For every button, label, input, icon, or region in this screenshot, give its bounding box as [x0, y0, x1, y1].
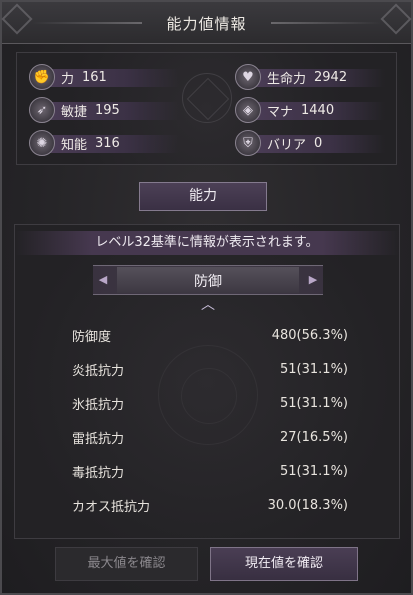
- row-label: 防御度: [72, 329, 112, 345]
- stat-label: 知能: [61, 137, 88, 153]
- row-value: 51(31.1%): [280, 395, 348, 411]
- fist-icon: ✊: [29, 64, 55, 90]
- stat-intelligence[interactable]: ✺ 知能 316: [29, 129, 189, 157]
- stat-strength[interactable]: ✊ 力 161: [29, 63, 189, 91]
- list-item: 防御度 480(56.3%): [72, 318, 348, 352]
- stat-info-window: 能力値情報 ✊ 力 161 ♥ 生命力 2942 ➶ 敏捷 195 ◈ マナ 1…: [0, 0, 413, 595]
- stat-label: マナ: [267, 104, 294, 120]
- row-value: 51(31.1%): [280, 361, 348, 377]
- list-item: 炎抵抗力 51(31.1%): [72, 352, 348, 386]
- row-label: 毒抵抗力: [72, 465, 125, 481]
- sigil-icon: [182, 73, 232, 123]
- list-item: 毒抵抗力 51(31.1%): [72, 454, 348, 488]
- stat-label: バリア: [267, 137, 307, 153]
- agility-icon: ➶: [29, 97, 55, 123]
- list-item: 雷抵抗力 27(16.5%): [72, 420, 348, 454]
- list-item: カオス抵抗力 30.0(18.3%): [72, 488, 348, 522]
- stat-value: 161: [82, 69, 107, 85]
- defense-stat-list: 防御度 480(56.3%) 炎抵抗力 51(31.1%) 氷抵抗力 51(31…: [72, 318, 348, 522]
- section-title: 防御: [194, 274, 222, 290]
- intellect-icon: ✺: [29, 130, 55, 156]
- row-value: 480(56.3%): [271, 327, 348, 343]
- row-label: 雷抵抗力: [72, 431, 125, 447]
- chevron-right-icon[interactable]: ▶: [305, 272, 321, 288]
- stat-value: 316: [95, 135, 120, 151]
- level-info-text: レベル32基準に情報が表示されます。: [15, 231, 399, 255]
- row-value: 30.0(18.3%): [267, 497, 348, 513]
- barrier-icon: ⛨: [235, 130, 261, 156]
- section-header-defense[interactable]: ◀ 防御 ▶: [93, 265, 323, 295]
- stat-label: 敏捷: [61, 104, 88, 120]
- stat-value: 1440: [301, 102, 335, 118]
- check-max-value-button[interactable]: 最大値を確認: [55, 547, 198, 581]
- stats-panel: ✊ 力 161 ♥ 生命力 2942 ➶ 敏捷 195 ◈ マナ 1440 ✺ …: [16, 52, 397, 165]
- stat-value: 0: [314, 135, 323, 151]
- mana-icon: ◈: [235, 97, 261, 123]
- title-divider: [271, 22, 381, 24]
- stat-value: 195: [95, 102, 120, 118]
- life-icon: ♥: [235, 64, 261, 90]
- list-item: 氷抵抗力 51(31.1%): [72, 386, 348, 420]
- stat-label: 力: [61, 71, 75, 87]
- row-label: 炎抵抗力: [72, 363, 125, 379]
- row-value: 27(16.5%): [280, 429, 348, 445]
- row-label: カオス抵抗力: [72, 499, 151, 515]
- stat-barrier[interactable]: ⛨ バリア 0: [235, 129, 395, 157]
- row-label: 氷抵抗力: [72, 397, 125, 413]
- check-current-value-button[interactable]: 現在値を確認: [210, 547, 358, 581]
- row-value: 51(31.1%): [280, 463, 348, 479]
- tab-ability[interactable]: 能力: [139, 182, 267, 211]
- stat-value: 2942: [314, 69, 348, 85]
- stat-label: 生命力: [267, 71, 307, 87]
- stat-agility[interactable]: ➶ 敏捷 195: [29, 96, 189, 124]
- stat-mana[interactable]: ◈ マナ 1440: [235, 96, 395, 124]
- chevron-up-icon[interactable]: ︿: [198, 298, 218, 312]
- stat-vitality[interactable]: ♥ 生命力 2942: [235, 63, 395, 91]
- ability-detail-panel: レベル32基準に情報が表示されます。 ◀ 防御 ▶ ︿ 防御度 480(56.3…: [14, 224, 400, 539]
- title-bar[interactable]: 能力値情報: [1, 2, 412, 44]
